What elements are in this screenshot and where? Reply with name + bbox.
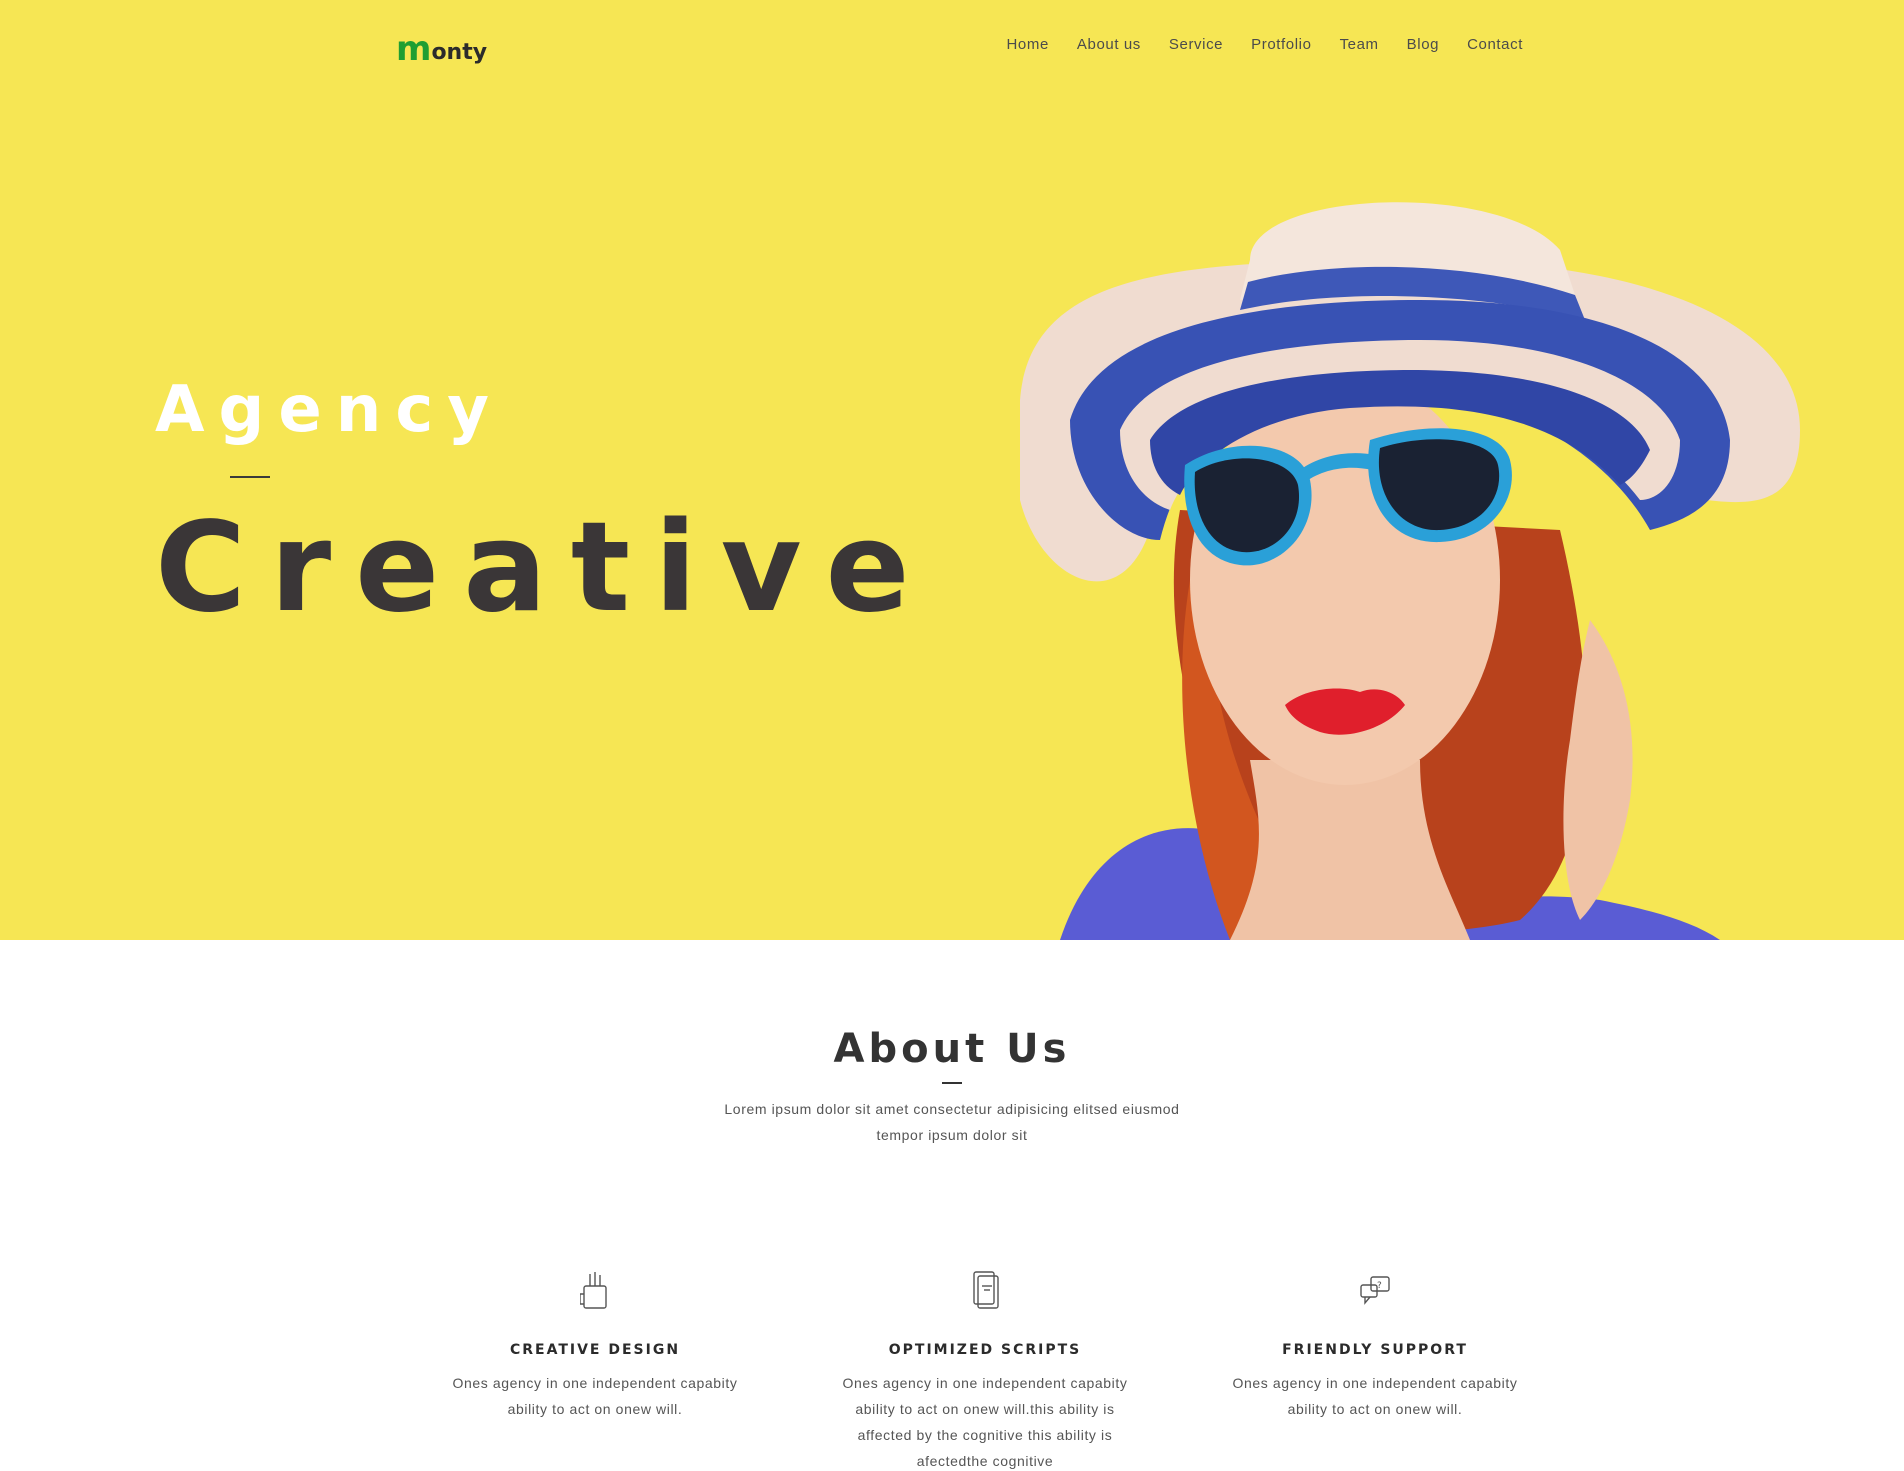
hero-divider [230,476,270,478]
nav-about[interactable]: About us [1077,36,1141,53]
feature-friendly-support: ? FRIENDLY SUPPORT Ones agency in one in… [1180,1268,1570,1471]
feature-creative-design: CREATIVE DESIGN Ones agency in one indep… [400,1268,790,1471]
nav-contact[interactable]: Contact [1467,36,1523,53]
pencil-cup-icon [400,1268,790,1312]
about-description: Lorem ipsum dolor sit amet consectetur a… [724,1101,1180,1143]
nav-portfolio[interactable]: Protfolio [1251,36,1311,53]
hero-subtitle: Agency [155,373,503,447]
feature-text: Ones agency in one independent capabity … [1232,1375,1518,1417]
nav-blog[interactable]: Blog [1407,36,1439,53]
features-list: CREATIVE DESIGN Ones agency in one indep… [400,1268,1570,1471]
feature-title: CREATIVE DESIGN [509,1342,681,1358]
main-nav: Home About us Service Protfolio Team Blo… [1006,36,1523,53]
logo-text: onty [431,40,488,65]
feature-title: FRIENDLY SUPPORT [1282,1342,1468,1358]
feature-title: OPTIMIZED SCRIPTS [888,1342,1082,1358]
hero-title: Creative [155,496,934,640]
hero-model-image [1020,202,1800,940]
site-logo[interactable]: m onty [396,30,487,66]
feature-optimized-scripts: OPTIMIZED SCRIPTS Ones agency in one ind… [790,1268,1180,1471]
hero-section: m onty Home About us Service Protfolio T… [0,0,1904,940]
about-divider [942,1082,962,1084]
feature-text: Ones agency in one independent capabity … [842,1375,1128,1469]
document-icon [790,1268,1180,1312]
feature-text: Ones agency in one independent capabity … [452,1375,738,1417]
chat-bubbles-icon: ? [1180,1268,1570,1312]
nav-home[interactable]: Home [1006,36,1048,53]
about-section: About Us Lorem ipsum dolor sit amet cons… [0,940,1904,1471]
hero-text: Agency Creative [155,372,934,638]
about-title: About Us [833,1026,1071,1072]
logo-mark: m [396,29,431,69]
nav-team[interactable]: Team [1340,36,1379,53]
svg-text:?: ? [1377,1281,1382,1291]
nav-service[interactable]: Service [1169,36,1223,53]
